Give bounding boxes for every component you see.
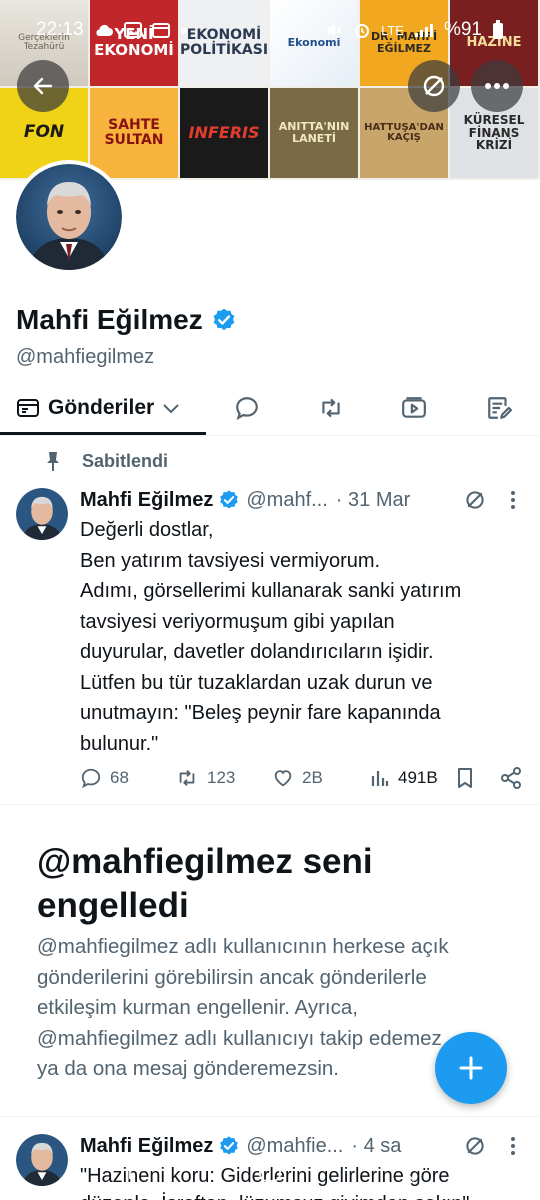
pinned-label: Sabitlendi [44, 450, 168, 472]
home-button[interactable] [250, 1151, 290, 1191]
tab-posts[interactable]: Gönderiler [16, 380, 180, 436]
back-button[interactable] [17, 60, 69, 112]
tweet-text: Değerli dostlar, Ben yatırım tavsiyesi v… [80, 515, 520, 759]
blocked-body-line: @mahfiegilmez adlı kullanıcıyı takip ede… [37, 1026, 442, 1050]
article-icon [488, 397, 512, 419]
cloud-icon [95, 24, 113, 36]
blocked-body-line: gönderilerini görebilirsin ancak gönderi… [37, 965, 427, 989]
repost-icon [179, 770, 195, 786]
repost-icon [322, 398, 340, 418]
posts-tab-icon [17, 399, 39, 417]
verified-badge-icon [220, 490, 239, 509]
recent-apps-icon [121, 1163, 139, 1179]
block-icon [423, 75, 445, 97]
book-cover: SAHTE SULTAN [90, 88, 180, 180]
repost-button[interactable]: 123 [175, 763, 235, 793]
recent-apps-button[interactable] [110, 1151, 150, 1191]
alarm-icon [355, 24, 370, 38]
blocked-title-line: engelledi [37, 886, 189, 925]
verified-badge-icon [213, 308, 235, 331]
book-cover: INFERIS [180, 88, 270, 180]
pinned-label-text: Sabitlendi [82, 450, 169, 471]
reply-button[interactable]: 68 [80, 763, 129, 793]
battery-level: %91 [443, 19, 482, 40]
status-bar: 22:13 ● LTE %91 [0, 0, 540, 60]
share-button[interactable] [500, 763, 522, 793]
tab-posts-label: Gönderiler [48, 396, 155, 419]
tab-articles[interactable] [486, 380, 512, 436]
profile-handle: @mahfiegilmez [16, 346, 155, 368]
chevron-down-icon [163, 404, 179, 414]
views-count: 491B [398, 768, 438, 787]
blocked-body-line: etkileşim kurman engellenir. Ayrıca, [37, 996, 358, 1019]
share-icon [501, 767, 521, 789]
tweet-line: Adımı, görsellerimi kullanarak sanki yat… [80, 580, 462, 602]
compose-button[interactable] [435, 1032, 507, 1104]
network-type: LTE [381, 22, 404, 38]
status-right: LTE %91 [325, 19, 504, 41]
tweet-line: Değerli dostlar, [80, 519, 214, 541]
tweet-line: Ben yatırım tavsiyesi vermiyorum. [80, 549, 381, 572]
views-button[interactable]: 491B [370, 763, 438, 793]
tweet-line: bulunur." [80, 732, 159, 755]
tab-reposts[interactable] [317, 380, 345, 436]
tweet-line: unutmayın: "Beleş peynir fare kapanında [80, 702, 441, 724]
reply-icon [81, 768, 101, 789]
profile-name-text: Mahfi Eğilmez [16, 304, 203, 335]
arrow-left-icon [33, 77, 53, 95]
system-nav-bar [0, 1142, 540, 1200]
like-button[interactable]: 2B [272, 763, 323, 793]
blocked-title-line: @mahfiegilmez seni [37, 842, 373, 881]
active-tab-indicator [0, 432, 206, 435]
more-horizontal-icon [485, 83, 509, 89]
book-cover: ANITTA'NIN LANETİ [270, 88, 360, 180]
tweet-avatar[interactable] [16, 488, 68, 540]
mute-icon [328, 24, 342, 36]
profile-name: Mahfi Eğilmez [16, 304, 237, 336]
signal-icon [414, 24, 433, 37]
bookmark-icon [458, 768, 472, 788]
blocked-body-line: @mahfiegilmez adlı kullanıcının herkese … [37, 935, 449, 958]
back-nav-button[interactable] [390, 1151, 430, 1191]
bookmark-button[interactable] [456, 763, 474, 793]
tweet-line: tavsiyesi veriyormuşum gibi yapılan [80, 610, 395, 633]
status-time: 22:13 [36, 19, 84, 40]
tab-media[interactable] [401, 380, 427, 436]
heart-icon [274, 770, 292, 787]
block-icon[interactable] [464, 489, 486, 511]
tweet-author-name[interactable]: Mahfi Eğilmez [80, 489, 213, 512]
image-icon [123, 22, 142, 38]
avatar-portrait [16, 164, 122, 270]
plus-icon [459, 1056, 483, 1080]
tab-replies[interactable] [234, 380, 260, 436]
tweet-date[interactable]: · 31 Mar [336, 489, 410, 512]
tweet-author-handle: @mahf... [246, 488, 328, 511]
pin-icon [47, 452, 59, 471]
home-circle-icon [259, 1160, 281, 1182]
divider [0, 804, 540, 805]
tweet-line: Lütfen bu tür tuzaklardan uzak durun ve [80, 671, 433, 694]
avatar-portrait [16, 488, 68, 540]
like-count: 2B [302, 768, 323, 787]
status-left: 22:13 ● [36, 19, 188, 41]
reply-count: 68 [110, 768, 129, 787]
profile-avatar[interactable] [12, 160, 126, 274]
blocked-notice-title: @mahfiegilmez seni engelledi [37, 840, 507, 928]
tweet-actions: 68 123 2B 491B [80, 763, 526, 793]
calendar-icon [151, 23, 170, 38]
reply-icon [236, 397, 258, 420]
more-vertical-icon[interactable] [510, 490, 516, 510]
repost-count: 123 [207, 768, 236, 787]
chevron-left-icon [403, 1160, 415, 1182]
profile-tabs: Gönderiler [0, 380, 540, 436]
blocked-status-button[interactable] [408, 60, 460, 112]
tweet-header: Mahfi Eğilmez @mahf... · 31 Mar [80, 486, 526, 514]
dot-icon: ● [179, 22, 189, 38]
divider [0, 1116, 540, 1117]
battery-icon [493, 20, 503, 39]
tweet-line: duyurular, davetler dolandırıcıların işi… [80, 641, 434, 663]
views-bar-icon [371, 771, 389, 786]
more-options-button[interactable] [471, 60, 523, 112]
media-icon [402, 397, 426, 418]
